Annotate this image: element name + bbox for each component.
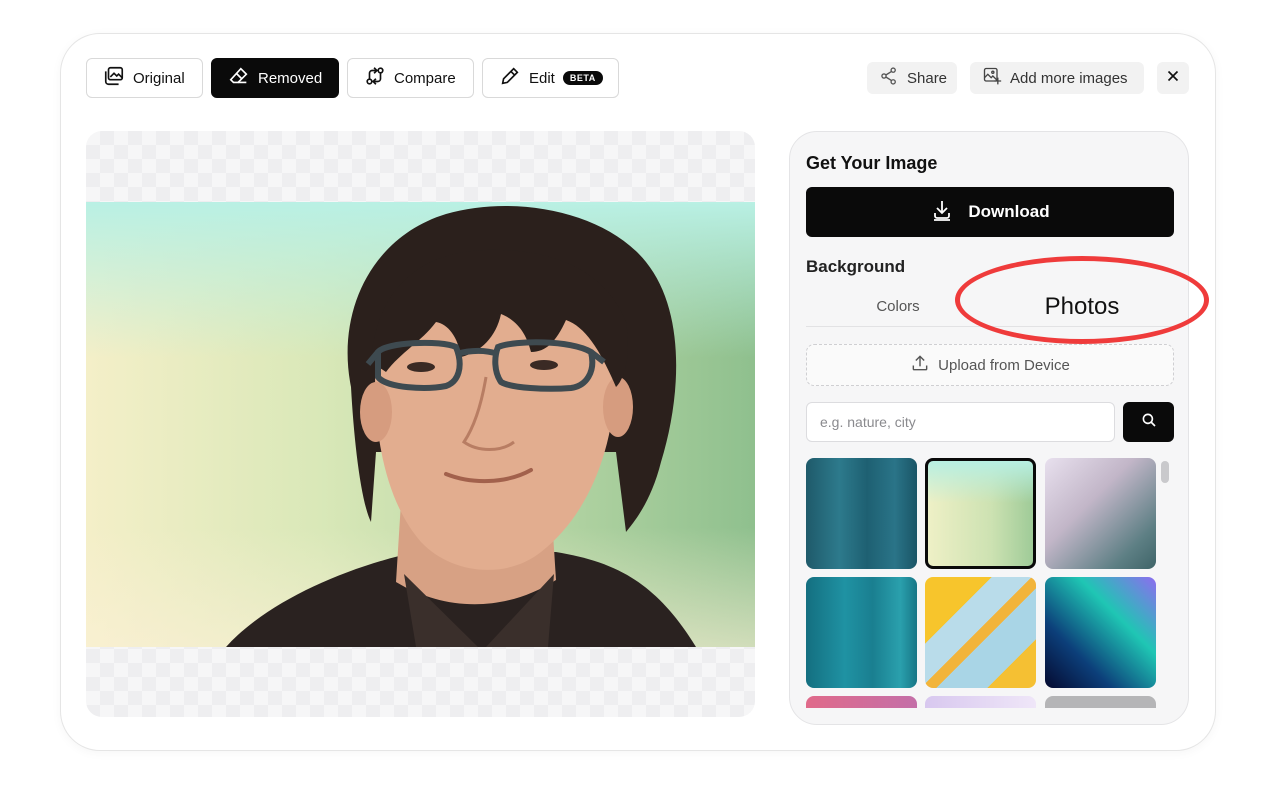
upload-icon	[910, 353, 930, 377]
photo-thumbnail[interactable]	[806, 577, 917, 688]
download-label: Download	[968, 202, 1050, 221]
removed-label: Removed	[258, 69, 323, 87]
close-icon	[1164, 67, 1182, 90]
export-panel: Get Your Image Download Background Color…	[789, 131, 1189, 725]
gallery-icon	[103, 65, 125, 91]
upload-label: Upload from Device	[938, 356, 1070, 374]
original-label: Original	[133, 69, 185, 87]
compare-view-button[interactable]: Compare	[347, 58, 474, 98]
photo-thumbnail[interactable]	[806, 696, 917, 708]
share-icon	[879, 66, 899, 90]
download-icon	[930, 198, 954, 227]
photo-thumbnail[interactable]	[925, 696, 1036, 708]
tab-divider	[806, 326, 1174, 327]
portrait-illustration	[226, 205, 696, 647]
share-label: Share	[907, 69, 948, 87]
original-view-button[interactable]: Original	[86, 58, 203, 98]
add-more-images-button[interactable]: Add more images	[970, 62, 1144, 94]
pencil-icon	[499, 65, 521, 91]
beta-badge: BETA	[562, 71, 603, 85]
compare-icon	[364, 65, 386, 91]
search-icon	[1140, 411, 1158, 434]
photo-search-input[interactable]	[806, 402, 1115, 442]
edit-label: Edit	[529, 69, 555, 87]
edit-button[interactable]: Edit BETA	[482, 58, 619, 98]
upload-from-device-button[interactable]: Upload from Device	[806, 344, 1174, 386]
photo-thumbnail[interactable]	[925, 577, 1036, 688]
tab-colors[interactable]: Colors	[806, 298, 990, 315]
removed-view-button[interactable]: Removed	[211, 58, 339, 98]
add-image-icon	[982, 66, 1002, 90]
image-preview-canvas	[86, 131, 755, 717]
photo-thumbnail[interactable]	[1045, 696, 1156, 708]
result-image	[86, 202, 755, 647]
panel-title: Get Your Image	[806, 153, 938, 173]
download-button[interactable]: Download	[806, 187, 1174, 237]
photo-thumbnail[interactable]	[806, 458, 917, 569]
photo-thumbnail-selected[interactable]	[925, 458, 1036, 569]
compare-label: Compare	[394, 69, 456, 87]
search-button[interactable]	[1123, 402, 1174, 442]
add-more-label: Add more images	[1010, 69, 1128, 87]
tab-photos[interactable]: Photos	[990, 293, 1174, 321]
share-button[interactable]: Share	[867, 62, 957, 94]
background-heading: Background	[806, 257, 906, 276]
photo-thumbnail[interactable]	[1045, 577, 1156, 688]
close-button[interactable]	[1157, 62, 1189, 94]
background-photo-grid	[806, 458, 1158, 708]
photo-thumbnail[interactable]	[1045, 458, 1156, 569]
scrollbar-thumb[interactable]	[1161, 461, 1169, 483]
eraser-icon	[228, 65, 250, 91]
photo-grid-scrollbar[interactable]	[1160, 458, 1170, 708]
